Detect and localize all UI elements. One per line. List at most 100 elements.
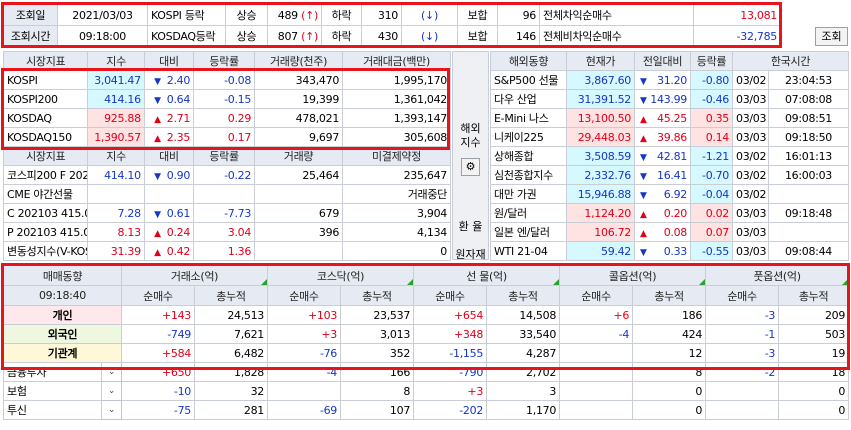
query-time-field[interactable]: 09:18:00 <box>57 25 148 47</box>
sub-header[interactable]: 순매수 <box>559 285 634 306</box>
amount-value: 1,995,170 <box>342 70 451 90</box>
up-arrow-icon <box>154 112 161 125</box>
overseas-row[interactable]: E-Mini 나스13,100.50 45.250.3503/0309:08:51 <box>490 108 849 128</box>
expand-dropdown-icon[interactable]: ⌄ <box>101 381 122 401</box>
column-header[interactable]: 지수 <box>87 51 145 71</box>
sub-header[interactable]: 총누적 <box>778 285 850 306</box>
trade-row[interactable]: 투신 ⌄ -75 281 -69 107 -202 1,170 0 0 <box>3 400 850 420</box>
column-header[interactable]: 시장지표 <box>2 51 89 71</box>
raw-material-button[interactable]: 원자재 <box>453 246 488 262</box>
trade-time: 09:18:40 <box>3 285 122 306</box>
overseas-name: WTI 21-04 <box>490 241 567 261</box>
rate-value: -0.55 <box>690 241 733 261</box>
sub-header[interactable]: 순매수 <box>705 285 780 306</box>
trade-value <box>559 362 634 382</box>
diff-value: 143.99 <box>650 92 687 106</box>
trade-value <box>705 400 780 420</box>
overseas-row[interactable]: 다우 산업31,391.52 143.99-0.4603/0307:08:08 <box>490 89 849 109</box>
column-header[interactable]: 지수 <box>87 146 145 166</box>
overseas-row[interactable]: 심천종합지수2,332.76 16.41-0.7003/0216:00:03 <box>490 165 849 185</box>
index-value: 31.39 <box>87 241 145 261</box>
trade-value: +3 <box>413 381 488 401</box>
trade-row[interactable]: 개인 +143 24,513 +103 23,537 +654 14,508 +6 186 -3 2… <box>3 305 850 325</box>
trade-row[interactable]: 보험 ⌄ -10 32 8 +3 3 0 0 <box>3 381 850 401</box>
column-header[interactable]: 대비 <box>143 51 195 71</box>
sub-header[interactable]: 순매수 <box>267 285 342 306</box>
diff-value: 6.92 <box>663 187 688 201</box>
market-row[interactable]: KOSPI3,041.47 2.40-0.08343,4701,995,170 <box>2 70 451 90</box>
column-header[interactable]: 거래대금(백만) <box>342 51 451 71</box>
trade-row[interactable]: 외국인 -749 7,621 +3 3,013 +348 33,540 -4 424 -1 503 <box>3 324 850 344</box>
date-value: 03/03 <box>732 222 769 242</box>
column-header[interactable]: 현재가 <box>566 51 635 71</box>
sub-header[interactable]: 총누적 <box>193 285 269 306</box>
sub-header[interactable]: 순매수 <box>121 285 195 306</box>
column-header[interactable]: 거래량(천주) <box>254 51 344 71</box>
expand-dropdown-icon[interactable]: ⌄ <box>101 362 122 382</box>
trade-row[interactable]: 금융투자 ⌄ +650 1,828 -4 166 -790 2,702 8 -2 18 <box>3 362 850 382</box>
sub-header[interactable]: 총누적 <box>632 285 707 306</box>
market-row[interactable]: KOSDAQ925.88 2.710.29478,0211,393,147 <box>2 108 451 128</box>
overseas-row[interactable]: 대만 가권15,946.88 6.92-0.0403/02 <box>490 184 849 204</box>
index-name: P 202103 415.0 <box>2 222 89 242</box>
overseas-row[interactable]: 원/달러1,124.20 0.200.0203/0309:18:48 <box>490 203 849 223</box>
corner-marker-icon <box>261 279 267 285</box>
market-row[interactable]: 변동성지수(V-KOS31.39 0.421.36 0 <box>2 241 451 261</box>
rate-value: -0.08 <box>193 70 256 90</box>
column-header[interactable]: 해외동향 <box>490 51 567 71</box>
overseas-row[interactable]: 상해종합3,508.59 42.81-1.2103/0216:01:13 <box>490 146 849 166</box>
overseas-index-button[interactable]: 해외 지수 <box>453 122 488 150</box>
overseas-row[interactable]: 니케이22529,448.03 39.860.1403/0309:18:50 <box>490 127 849 147</box>
overseas-name: 다우 산업 <box>490 89 567 109</box>
date-value: 03/03 <box>732 89 769 109</box>
trade-value: 503 <box>778 324 850 344</box>
market-row[interactable]: KOSPI200414.16 0.64-0.1519,3991,361,042 <box>2 89 451 109</box>
market-row[interactable]: KOSDAQ1501,390.57 2.350.179,697305,608 <box>2 127 451 147</box>
time-value: 09:18:48 <box>768 203 849 223</box>
market-row[interactable]: P 202103 415.08.13 0.243.043964,134 <box>2 222 451 242</box>
rate-value: 0.14 <box>690 127 733 147</box>
market-row[interactable]: C 202103 415.07.28 0.61-7.736793,904 <box>2 203 451 223</box>
market-row[interactable]: 코스피200 F 202103414.10 0.90-0.2225,464235,… <box>2 165 451 185</box>
investor-name: 개인 <box>3 305 122 325</box>
sub-header[interactable]: 총누적 <box>486 285 561 306</box>
trade-value: 166 <box>340 362 415 382</box>
index-value <box>87 184 145 204</box>
column-header[interactable]: 시장지표 <box>2 146 89 166</box>
query-date-field[interactable]: 2021/03/03 <box>57 4 148 26</box>
trade-value: +3 <box>267 324 342 344</box>
diff-value: 45.25 <box>657 111 687 125</box>
trade-value: 0 <box>778 400 850 420</box>
column-header[interactable]: 거래량 <box>254 146 344 166</box>
diff-cell: 42.81 <box>634 146 691 166</box>
corner-marker-icon <box>699 279 705 285</box>
column-header[interactable]: 등락률 <box>193 146 256 166</box>
sub-header[interactable]: 총누적 <box>340 285 415 306</box>
time-value: 16:00:03 <box>768 165 849 185</box>
expand-dropdown-icon[interactable]: ⌄ <box>101 400 122 420</box>
column-header[interactable]: 미결제약정 <box>342 146 451 166</box>
column-header[interactable]: 등락률 <box>193 51 256 71</box>
column-header[interactable]: 대비 <box>143 146 195 166</box>
trade-value: -76 <box>267 343 342 363</box>
rate-value: 3.04 <box>193 222 256 242</box>
flat-label: 보합 <box>457 25 498 47</box>
market-row[interactable]: CME 야간선물 거래중단 <box>2 184 451 204</box>
exchange-button[interactable]: 환 율 <box>453 218 488 234</box>
column-header[interactable]: 등락률 <box>690 51 733 71</box>
kospi-fall-arrow: (↓) <box>401 4 458 26</box>
overseas-row[interactable]: 일본 엔/달러106.72 0.080.0703/03 <box>490 222 849 242</box>
overseas-row[interactable]: WTI 21-0459.42 0.33-0.5503/0309:08:44 <box>490 241 849 261</box>
overseas-row[interactable]: S&P500 선물3,867.60 31.20-0.8003/0223:04:53 <box>490 70 849 90</box>
column-header[interactable]: 전일대비 <box>634 51 691 71</box>
overseas-header-row: 해외동향 현재가 전일대비 등락률 한국시간 <box>490 51 849 71</box>
trade-value <box>559 343 634 363</box>
gear-icon[interactable]: ⚙ <box>461 158 480 176</box>
query-button[interactable]: 조회 <box>815 27 848 46</box>
rate-value: -1.21 <box>690 146 733 166</box>
column-header[interactable]: 한국시간 <box>732 51 849 71</box>
trade-value: 281 <box>193 400 269 420</box>
amount-value: 4,134 <box>342 222 451 242</box>
trade-row[interactable]: 기관계 +584 6,482 -76 352 -1,155 4,287 12 -3 19 <box>3 343 850 363</box>
sub-header[interactable]: 순매수 <box>413 285 488 306</box>
